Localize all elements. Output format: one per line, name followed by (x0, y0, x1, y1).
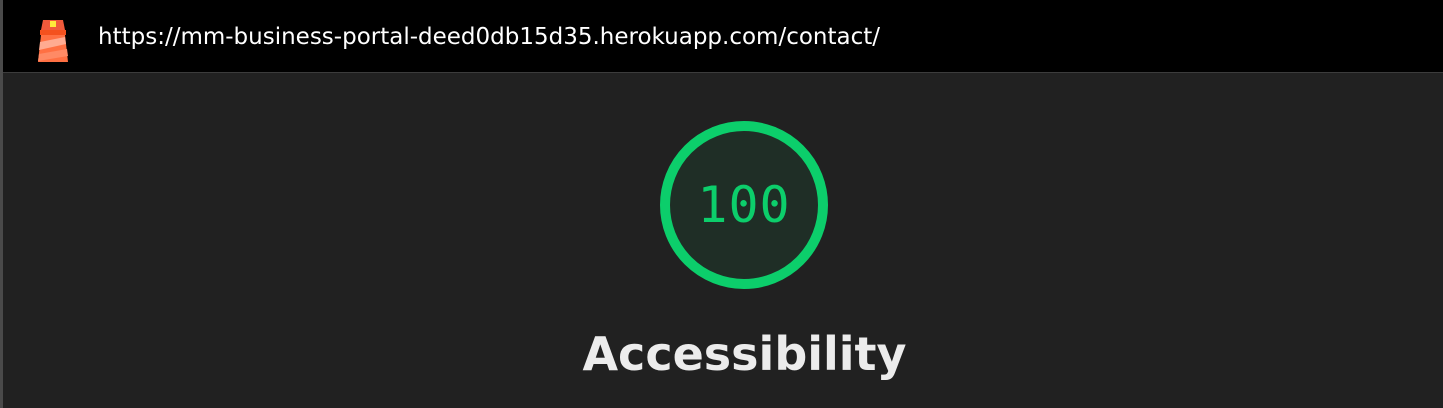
report-window: https://mm-business-portal-deed0db15d35.… (0, 0, 1443, 408)
score-value: 100 (697, 176, 791, 234)
category-title: Accessibility (582, 327, 907, 381)
lighthouse-icon (31, 8, 75, 66)
report-topbar: https://mm-business-portal-deed0db15d35.… (3, 0, 1443, 73)
accessibility-score-gauge[interactable]: 100 (656, 117, 832, 293)
page-url[interactable]: https://mm-business-portal-deed0db15d35.… (98, 19, 880, 55)
